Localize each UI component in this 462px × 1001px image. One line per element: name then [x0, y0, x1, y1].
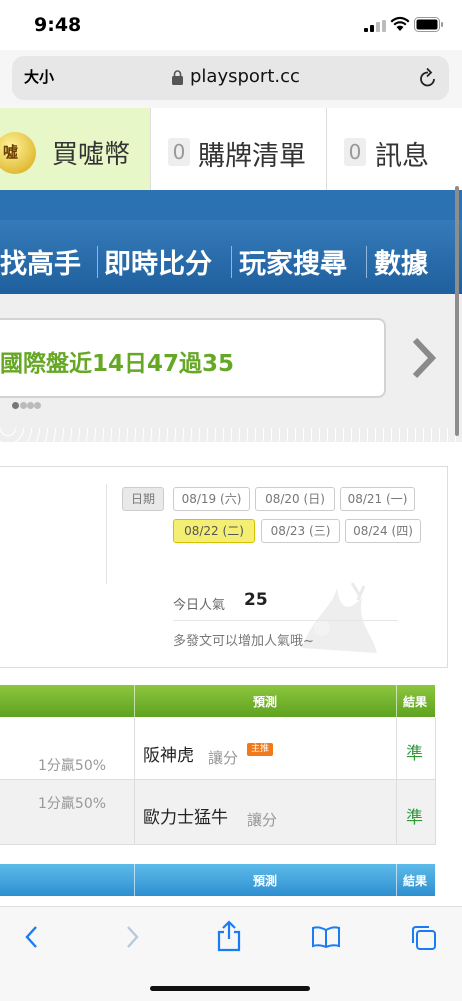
slider-dot[interactable]	[34, 402, 41, 409]
menu-find-expert[interactable]: 找高手	[0, 242, 81, 281]
menu-top-strip	[0, 190, 462, 220]
date-button-selected[interactable]: 08/22 (二)	[173, 519, 255, 543]
result-text: 準	[406, 744, 423, 764]
team-name[interactable]: 阪神虎	[143, 741, 194, 766]
status-time: 9:48	[34, 14, 82, 36]
menu-player-search[interactable]: 玩家搜尋	[239, 242, 347, 281]
popularity-label: 今日人氣	[173, 598, 226, 613]
forward-icon[interactable]	[122, 924, 142, 954]
notice-text[interactable]: 國際盤近14日47過35	[0, 344, 234, 378]
table2-header-predict: 預測	[253, 874, 278, 888]
result-text: 準	[406, 808, 423, 828]
status-bar: 9:48	[0, 0, 462, 50]
date-button[interactable]: 08/23 (三)	[261, 519, 340, 543]
lock-icon	[172, 70, 183, 89]
popularity-divider	[173, 620, 398, 621]
odds-text: 1分贏50%	[38, 796, 107, 812]
site-top-nav: 噓 買噓幣 0 購牌清單 0 訊息	[0, 108, 462, 191]
battery-icon	[414, 17, 444, 36]
menu-live-score[interactable]: 即時比分	[104, 242, 212, 281]
reload-icon[interactable]	[418, 67, 438, 93]
date-button[interactable]: 08/24 (四)	[345, 519, 421, 543]
scrollbar[interactable]	[455, 186, 459, 436]
slider-dot[interactable]	[20, 402, 27, 409]
cart-count-badge: 0	[168, 138, 190, 166]
menu-data[interactable]: 數據	[374, 242, 428, 281]
slider-dot[interactable]	[12, 402, 19, 409]
wifi-icon	[390, 16, 410, 36]
slider-dot[interactable]	[27, 402, 34, 409]
url-text[interactable]: playsport.cc	[190, 66, 300, 87]
popularity-tip: 多發文可以增加人氣哦~	[173, 634, 314, 649]
table1-header-result: 結果	[403, 695, 428, 709]
text-size-button[interactable]: 大小	[24, 66, 54, 87]
team-name[interactable]: 歐力士猛牛	[143, 803, 228, 828]
odds-text: 1分贏50%	[38, 758, 107, 774]
chevron-right-icon[interactable]	[410, 336, 438, 390]
share-icon[interactable]	[216, 920, 242, 956]
buy-coin-button[interactable]: 噓 買噓幣	[0, 108, 150, 190]
home-indicator	[150, 986, 310, 991]
wave-divider	[0, 428, 462, 442]
message-link[interactable]: 訊息	[375, 134, 429, 173]
table1-header	[0, 685, 435, 717]
buy-coin-label: 買噓幣	[52, 140, 131, 170]
signal-icon	[364, 20, 386, 32]
coin-logo-icon: 噓	[0, 132, 36, 174]
pick-type: 讓分	[208, 749, 239, 767]
pick-type: 讓分	[247, 811, 278, 829]
main-pick-badge: 主推	[247, 743, 273, 756]
date-label: 日期	[122, 487, 164, 511]
back-icon[interactable]	[22, 924, 42, 954]
date-button[interactable]: 08/20 (日)	[255, 487, 335, 511]
date-button[interactable]: 08/21 (一)	[340, 487, 415, 511]
tabs-icon[interactable]	[410, 924, 438, 956]
bookmarks-icon[interactable]	[311, 925, 341, 953]
date-button[interactable]: 08/19 (六)	[173, 487, 250, 511]
panel-divider	[106, 484, 107, 584]
message-count-badge: 0	[344, 138, 366, 166]
address-bar[interactable]: 大小 playsport.cc	[12, 56, 449, 100]
table2-header-result: 結果	[403, 874, 428, 888]
popularity-value: 25	[244, 590, 268, 610]
table2-header	[0, 864, 435, 896]
browser-address-area: 大小 playsport.cc	[0, 50, 462, 108]
cart-link[interactable]: 購牌清單	[198, 134, 306, 173]
table1-header-predict: 預測	[253, 695, 278, 709]
